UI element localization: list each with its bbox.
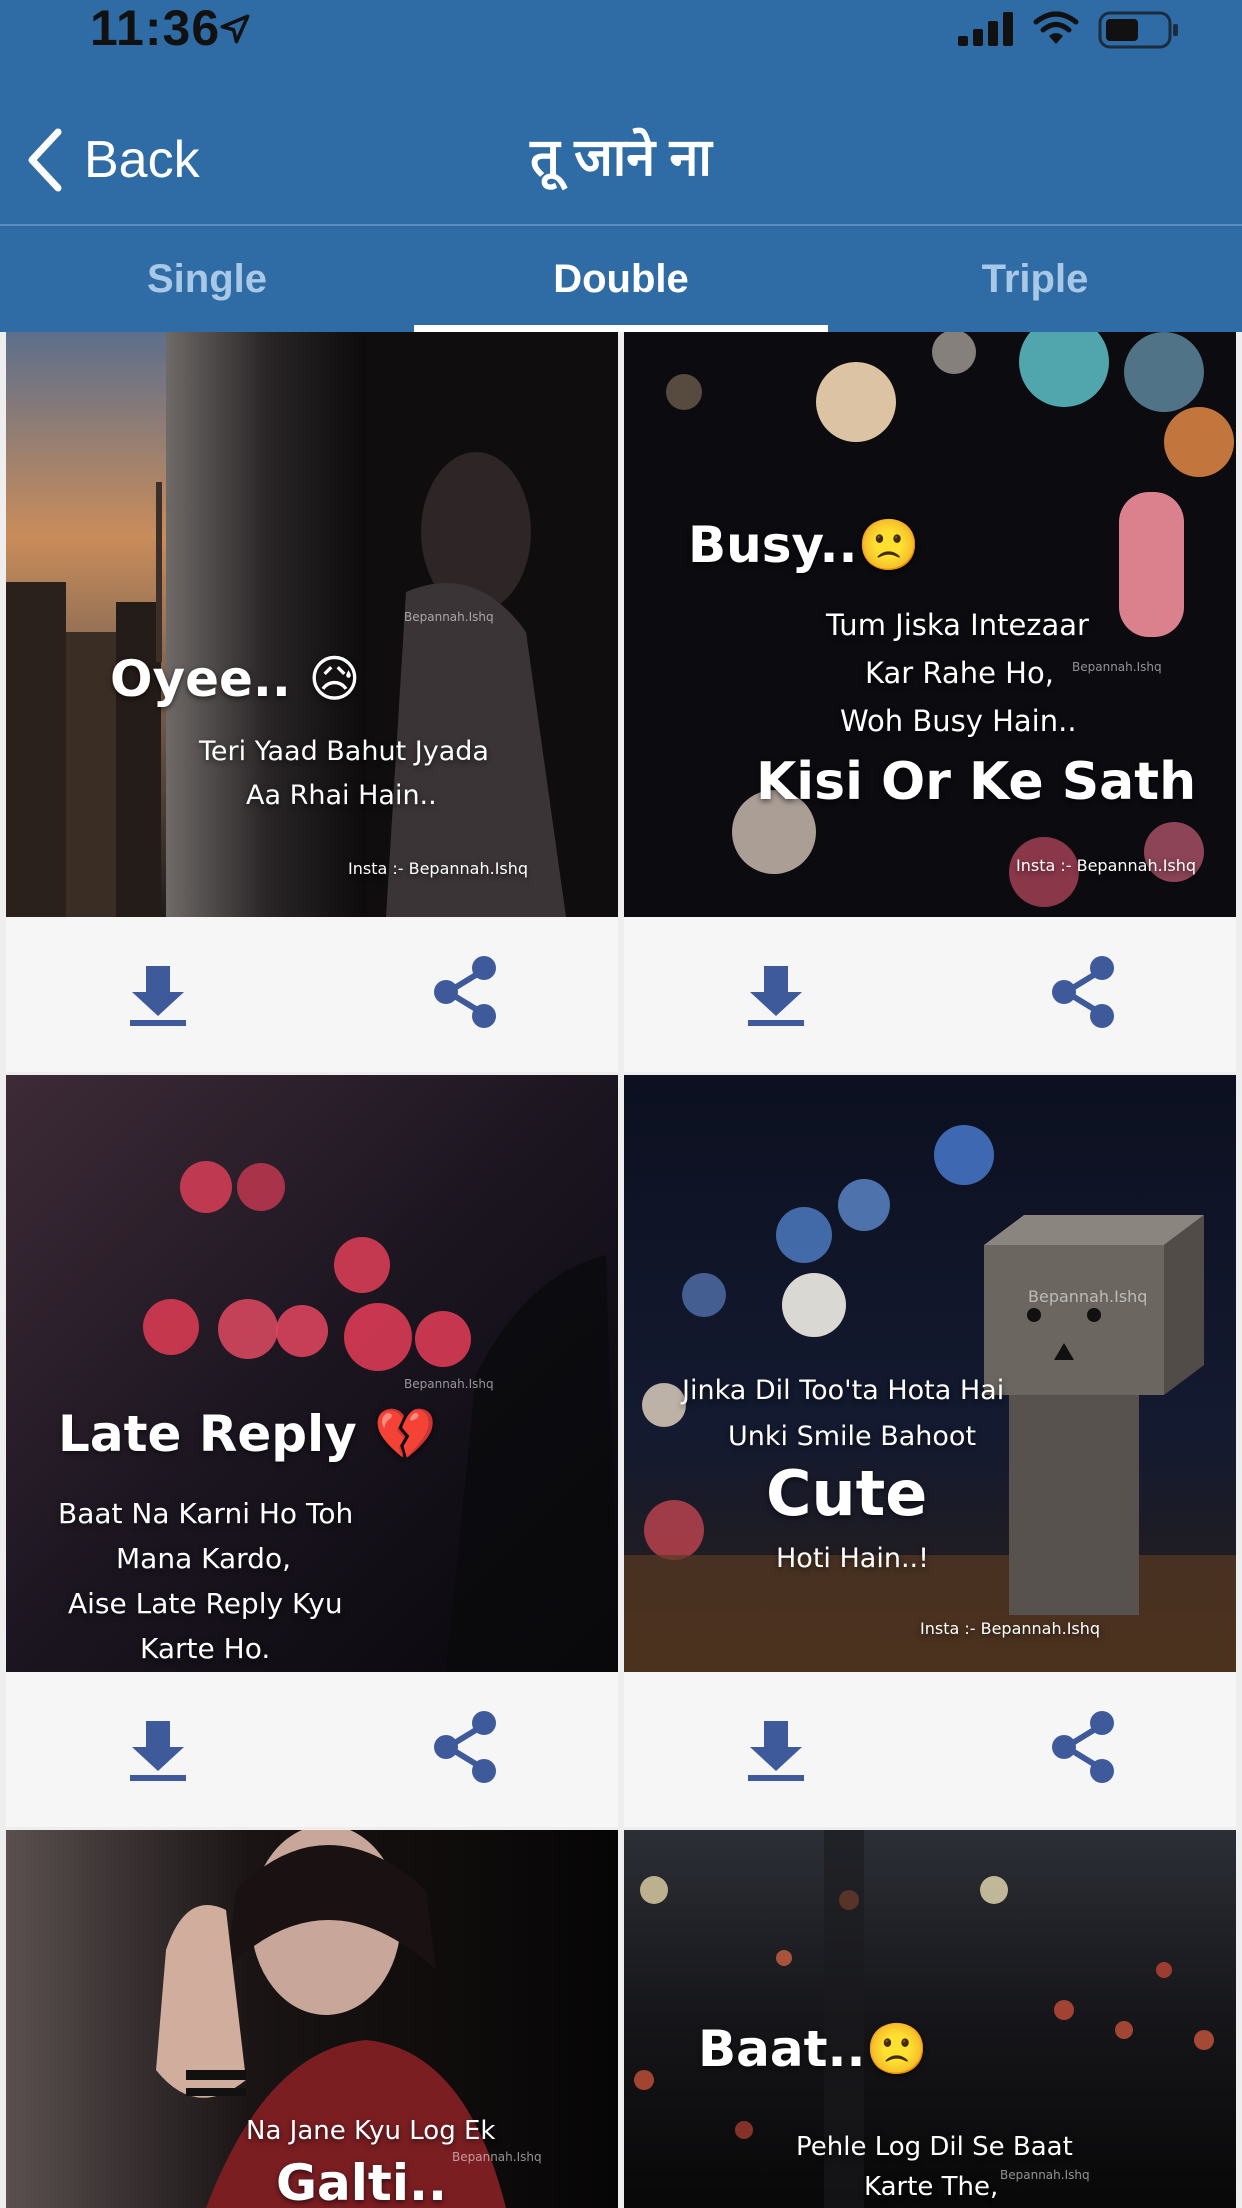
quote-credit: Insta :- Bepannah.Ishq [1016,856,1197,875]
card-actions [6,1672,618,1822]
tab-label: Single [146,257,268,301]
share-button[interactable] [1044,1707,1124,1787]
back-label: Back [84,131,200,189]
share-icon [1052,1711,1114,1783]
tab-single[interactable]: Single [0,226,414,332]
quote-credit: Insta :- Bepannah.Ishq [348,859,529,878]
quote-line: Karte Ho. [140,1632,271,1665]
download-icon [130,1721,186,1781]
share-icon [434,956,496,1028]
share-icon [1052,956,1114,1028]
quote-line: Woh Busy Hain.. [840,704,1077,738]
quote-line: Baat Na Karni Ho Toh [58,1497,354,1530]
watermark: Bepannah.Ishq [404,1377,494,1391]
download-button[interactable] [736,1707,816,1787]
tab-bar: Single Double Triple [0,226,1242,332]
quote-line: Na Jane Kyu Log Ek [246,2116,496,2146]
quote-card: Bepannah.Ishq Oyee.. 😥 Teri Yaad Bahut J… [6,332,618,1072]
quote-image[interactable]: Bepannah.Ishq Oyee.. 😥 Teri Yaad Bahut J… [6,332,618,917]
download-icon [130,966,186,1026]
back-button[interactable]: Back [24,110,224,210]
watermark: Bepannah.Ishq [1000,2168,1090,2182]
tab-indicator [828,325,1242,332]
status-time: 11:36 [90,0,221,56]
quote-photo [6,1075,618,1672]
quote-image[interactable]: Bepannah.Ishq Jinka Dil Too'ta Hota Hai … [624,1075,1236,1672]
quote-card: Bepannah.Ishq Baat..🙁 Pehle Log Dil Se B… [624,1830,1236,2208]
location-arrow-icon [220,14,250,44]
quote-highlight: Kisi Or Ke Sath [756,752,1197,812]
card-actions [624,1672,1236,1822]
quote-image[interactable]: Bepannah.Ishq Busy..🙁 Tum Jiska Intezaar… [624,332,1236,917]
quote-photo [624,1075,1236,1672]
download-button[interactable] [118,1707,198,1787]
quote-image[interactable]: Bepannah.Ishq Late Reply 💔 Baat Na Karni… [6,1075,618,1672]
share-button[interactable] [426,1707,506,1787]
share-icon [434,1711,496,1783]
battery-icon [1098,11,1178,49]
watermark: Bepannah.Ishq [1072,660,1162,674]
quote-line: Karte The, [864,2172,999,2202]
quote-photo [6,332,618,917]
quote-title: Oyee.. 😥 [110,650,361,708]
watermark: Bepannah.Ishq [404,610,494,624]
quote-title: Late Reply 💔 [58,1405,437,1463]
quote-line: Kar Rahe Ho, [865,656,1054,690]
quote-card: Bepannah.Ishq Late Reply 💔 Baat Na Karni… [6,1075,618,1827]
quote-title: Baat..🙁 [698,2020,928,2078]
quote-line: Pehle Log Dil Se Baat [796,2132,1073,2162]
tab-indicator [414,325,828,332]
quote-line: Aa Rhai Hain.. [246,780,437,811]
quote-image[interactable]: Bepannah.Ishq Baat..🙁 Pehle Log Dil Se B… [624,1830,1236,2208]
quote-line: Mana Kardo, [116,1542,291,1575]
tab-indicator [0,325,414,332]
quote-image[interactable]: Bepannah.Ishq Na Jane Kyu Log Ek Galti.. [6,1830,618,2208]
download-button[interactable] [118,952,198,1032]
quote-line: Hoti Hain..! [776,1543,929,1574]
quote-line: Unki Smile Bahoot [728,1421,977,1452]
screen: 11:36 Back तू जाने ना Single Double Trip… [0,0,1242,2208]
download-icon [748,1721,804,1781]
quote-card: Bepannah.Ishq Na Jane Kyu Log Ek Galti.. [6,1830,618,2208]
quote-line: Aise Late Reply Kyu [68,1587,343,1620]
card-actions [6,917,618,1067]
quote-line: Jinka Dil Too'ta Hota Hai [682,1375,1005,1406]
quote-credit: Insta :- Bepannah.Ishq [920,1619,1101,1638]
quote-line: Teri Yaad Bahut Jyada [199,736,489,767]
watermark: Bepannah.Ishq [452,2150,542,2164]
status-bar: 11:36 [0,0,1242,60]
quote-card: Bepannah.Ishq Jinka Dil Too'ta Hota Hai … [624,1075,1236,1827]
tab-triple[interactable]: Triple [828,226,1242,332]
nav-bar: Back तू जाने ना [0,110,1242,220]
quote-line: Tum Jiska Intezaar [826,608,1089,642]
share-button[interactable] [426,952,506,1032]
header: 11:36 Back तू जाने ना Single Double Trip… [0,0,1242,332]
wifi-icon [1033,11,1079,44]
quote-highlight: Galti.. [276,2154,447,2208]
quote-title: Busy..🙁 [688,516,920,574]
watermark: Bepannah.Ishq [1028,1287,1148,1306]
tab-double[interactable]: Double [414,226,828,332]
quote-card: Bepannah.Ishq Busy..🙁 Tum Jiska Intezaar… [624,332,1236,1072]
download-icon [748,966,804,1026]
card-actions [624,917,1236,1067]
tab-label: Triple [981,257,1089,301]
download-button[interactable] [736,952,816,1032]
tab-label: Double [553,257,689,301]
chevron-left-icon [28,128,62,192]
quote-title: Cute [766,1457,928,1530]
share-button[interactable] [1044,952,1124,1032]
signal-icon [958,12,1013,46]
